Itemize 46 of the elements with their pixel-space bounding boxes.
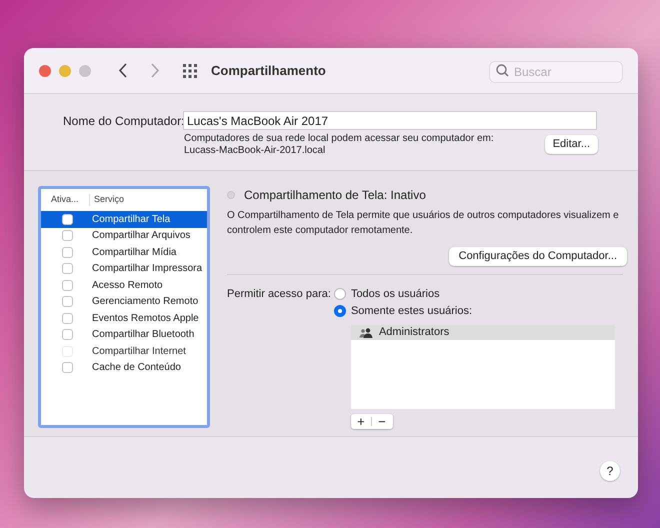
radio-label: Todos os usuários xyxy=(350,286,440,302)
service-row[interactable]: Compartilhar Bluetooth xyxy=(41,326,207,343)
access-label: Permitir acesso para: xyxy=(227,287,331,302)
column-header: Ativa... xyxy=(50,193,80,206)
forward-icon[interactable] xyxy=(151,63,160,78)
column-header: Serviço xyxy=(93,193,124,206)
service-row[interactable]: Compartilhar Mídia xyxy=(41,244,207,260)
search-icon xyxy=(496,64,509,77)
checkbox[interactable] xyxy=(62,230,73,242)
search-field[interactable]: Buscar xyxy=(489,60,623,82)
remove-button[interactable]: − xyxy=(372,415,392,428)
checkbox[interactable] xyxy=(62,362,73,374)
status-text: Compartilhamento de Tela: Inativo xyxy=(244,187,426,204)
network-address: Lucass-MacBook-Air-2017.local xyxy=(184,145,326,157)
checkbox[interactable] xyxy=(62,214,73,225)
service-row[interactable]: Acesso Remoto xyxy=(41,277,207,294)
network-note: Computadores de sua rede local podem acessar seu computador em: xyxy=(184,133,494,145)
computer-name-field[interactable]: Lucas's MacBook Air 2017 xyxy=(183,111,597,130)
checkbox[interactable] xyxy=(62,312,73,324)
zoom-button[interactable] xyxy=(79,64,91,76)
radio-label: Somente estes usuários: xyxy=(350,304,472,319)
service-row[interactable]: Compartilhar Impressora xyxy=(41,260,207,277)
minimize-button[interactable] xyxy=(59,64,71,76)
checkbox[interactable] xyxy=(62,246,73,258)
help-button[interactable]: ? xyxy=(600,460,620,480)
description-text: O Compartilhamento de Tela permite que usuários de outros computadores visualizem e controlem este computador remotamente. xyxy=(227,209,620,238)
back-icon[interactable] xyxy=(118,63,127,78)
checkbox[interactable] xyxy=(62,329,73,340)
group-icon xyxy=(358,328,373,338)
close-button[interactable] xyxy=(39,64,51,76)
edit-button[interactable]: Editar... xyxy=(544,135,598,154)
service-row[interactable]: Compartilhar Arquivos xyxy=(41,228,207,244)
user-row[interactable]: Administrators xyxy=(350,325,615,340)
service-row[interactable]: Eventos Remotos Apple xyxy=(41,310,207,326)
service-row-selected[interactable]: Compartilhar Tela xyxy=(41,211,207,228)
service-row[interactable]: Gerenciamento Remoto xyxy=(41,294,207,310)
radio-button[interactable] xyxy=(334,305,346,317)
checkbox[interactable] xyxy=(62,280,73,291)
grid-icon[interactable] xyxy=(182,62,198,78)
checkbox[interactable] xyxy=(62,296,73,308)
window-title: Compartilhamento xyxy=(211,62,326,80)
add-button[interactable]: + xyxy=(350,415,371,428)
radio-button[interactable] xyxy=(334,288,346,300)
service-row[interactable]: Cache de Conteúdo xyxy=(41,360,207,376)
computer-settings-button[interactable]: Configurações do Computador... xyxy=(448,247,627,266)
checkbox[interactable] xyxy=(62,263,73,274)
